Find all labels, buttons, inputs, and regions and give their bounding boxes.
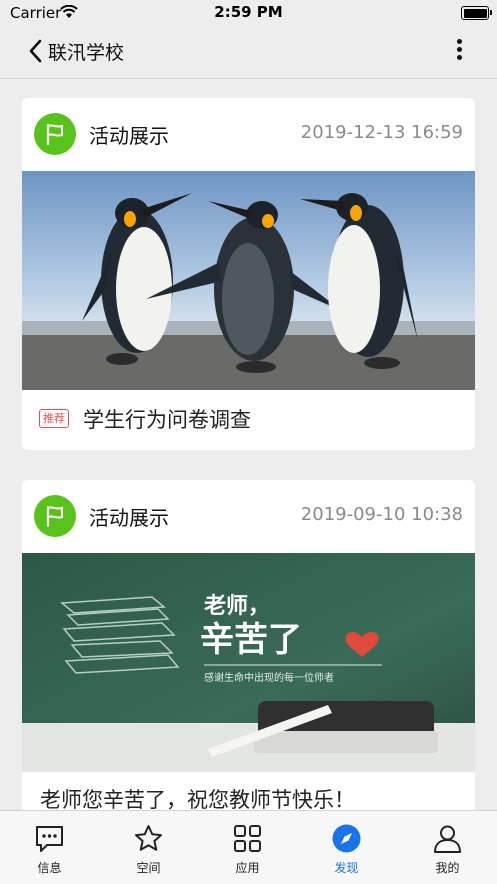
activity-card[interactable]: 活动展示 2019-09-10 10:38 老师， 辛苦了 感谢生命中出现的每一… bbox=[22, 480, 475, 832]
image-text-line2: 辛苦了 bbox=[200, 620, 302, 660]
card-datetime: 2019-12-13 16:59 bbox=[300, 122, 463, 143]
clock: 2:59 PM bbox=[214, 3, 283, 21]
compass-icon bbox=[331, 823, 362, 854]
flag-icon bbox=[34, 113, 76, 155]
tab-messages[interactable]: 信息 bbox=[0, 811, 99, 884]
image-text-line1: 老师， bbox=[203, 593, 270, 619]
teachers-day-image: 老师， 辛苦了 感谢生命中出现的每一位师者 bbox=[22, 553, 475, 772]
tab-space[interactable]: 空间 bbox=[99, 811, 198, 884]
tab-discover[interactable]: 发现 bbox=[297, 811, 396, 884]
tab-label: 信息 bbox=[37, 861, 62, 875]
battery-icon bbox=[461, 6, 492, 20]
tab-label: 空间 bbox=[136, 861, 161, 875]
card-header: 活动展示 2019-09-10 10:38 bbox=[22, 480, 475, 553]
message-icon bbox=[34, 823, 65, 854]
tab-bar: 信息 空间 应用 发现 我的 bbox=[0, 810, 497, 884]
tab-profile[interactable]: 我的 bbox=[398, 811, 497, 884]
user-icon bbox=[432, 823, 463, 854]
flag-icon bbox=[34, 495, 76, 537]
tab-label: 我的 bbox=[435, 861, 460, 875]
card-datetime: 2019-09-10 10:38 bbox=[300, 504, 463, 525]
status-bar: Carrier 2:59 PM bbox=[0, 0, 497, 26]
star-icon bbox=[133, 823, 164, 854]
navigation-bar: 联汛学校 bbox=[0, 26, 497, 79]
recommended-badge: 推荐 bbox=[39, 409, 69, 428]
activity-card[interactable]: 活动展示 2019-12-13 16:59 推荐 学生行为问卷调查 bbox=[22, 98, 475, 450]
card-title[interactable]: 学生行为问卷调查 bbox=[83, 404, 251, 434]
card-category: 活动展示 bbox=[89, 506, 169, 530]
tab-label: 应用 bbox=[235, 861, 260, 875]
tab-apps[interactable]: 应用 bbox=[198, 811, 297, 884]
back-chevron-icon[interactable] bbox=[26, 38, 46, 64]
more-vertical-icon[interactable] bbox=[453, 39, 465, 65]
page-title: 联汛学校 bbox=[48, 42, 125, 64]
card-header: 活动展示 2019-12-13 16:59 bbox=[22, 98, 475, 171]
activity-feed: 活动展示 2019-12-13 16:59 推荐 学生行为问卷调查 活动展示 2… bbox=[22, 98, 475, 862]
tab-label: 发现 bbox=[334, 861, 359, 875]
image-text-line3: 感谢生命中出现的每一位师者 bbox=[204, 671, 334, 684]
card-category: 活动展示 bbox=[89, 124, 169, 148]
grid-icon bbox=[232, 823, 263, 854]
card-footer: 推荐 学生行为问卷调查 bbox=[22, 390, 475, 450]
penguins-image bbox=[22, 171, 475, 390]
